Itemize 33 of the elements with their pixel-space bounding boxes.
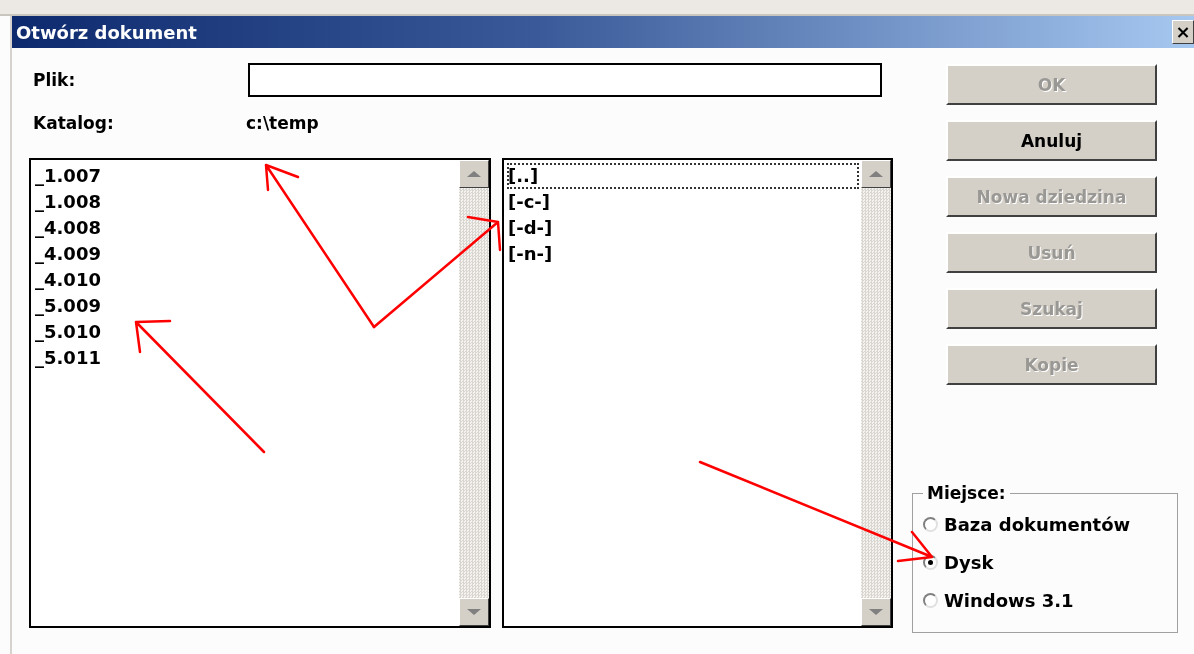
scrollbar[interactable]: [861, 160, 891, 626]
scroll-up-button[interactable]: [861, 160, 891, 188]
scroll-down-button[interactable]: [459, 598, 489, 626]
file-label: Plik:: [32, 70, 77, 90]
directory-item[interactable]: [-n-]: [507, 241, 859, 267]
window-title: Otwórz dokument: [15, 21, 197, 43]
directory-item[interactable]: [-d-]: [507, 215, 859, 241]
file-item[interactable]: _4.008: [34, 215, 101, 241]
file-item[interactable]: _1.007: [34, 163, 101, 189]
directory-item[interactable]: [-c-]: [507, 189, 859, 215]
scroll-down-button[interactable]: [861, 598, 891, 626]
radio-button[interactable]: [923, 592, 938, 608]
directory-list[interactable]: [..] [-c-] [-d-] [-n-]: [502, 158, 893, 628]
file-list[interactable]: _1.007 _1.008 _4.008 _4.009 _4.010 _5.009 _5.010 _5.011: [29, 158, 491, 628]
file-item[interactable]: _1.008: [34, 189, 101, 215]
directory-path: c:\temp: [246, 113, 319, 133]
radio-label[interactable]: Dysk: [944, 551, 994, 573]
file-name-field[interactable]: [248, 63, 882, 97]
scrollbar[interactable]: [459, 160, 489, 626]
radio-label[interactable]: Baza dokumentów: [944, 513, 1131, 535]
file-item[interactable]: _4.010: [34, 267, 101, 293]
close-button[interactable]: ×: [1172, 20, 1194, 44]
scroll-up-button[interactable]: [459, 160, 489, 188]
file-item[interactable]: _5.009: [34, 293, 101, 319]
file-item[interactable]: _5.010: [34, 319, 101, 345]
file-item[interactable]: _5.011: [34, 345, 101, 371]
directory-label: Katalog:: [32, 113, 115, 133]
radio-button[interactable]: [923, 516, 938, 532]
file-item[interactable]: _4.009: [34, 241, 101, 267]
group-title: Miejsce:: [926, 483, 1007, 503]
directory-item[interactable]: [..]: [507, 163, 859, 189]
radio-label[interactable]: Windows 3.1: [944, 589, 1074, 611]
dialog-button[interactable]: Anuluj: [946, 120, 1157, 161]
